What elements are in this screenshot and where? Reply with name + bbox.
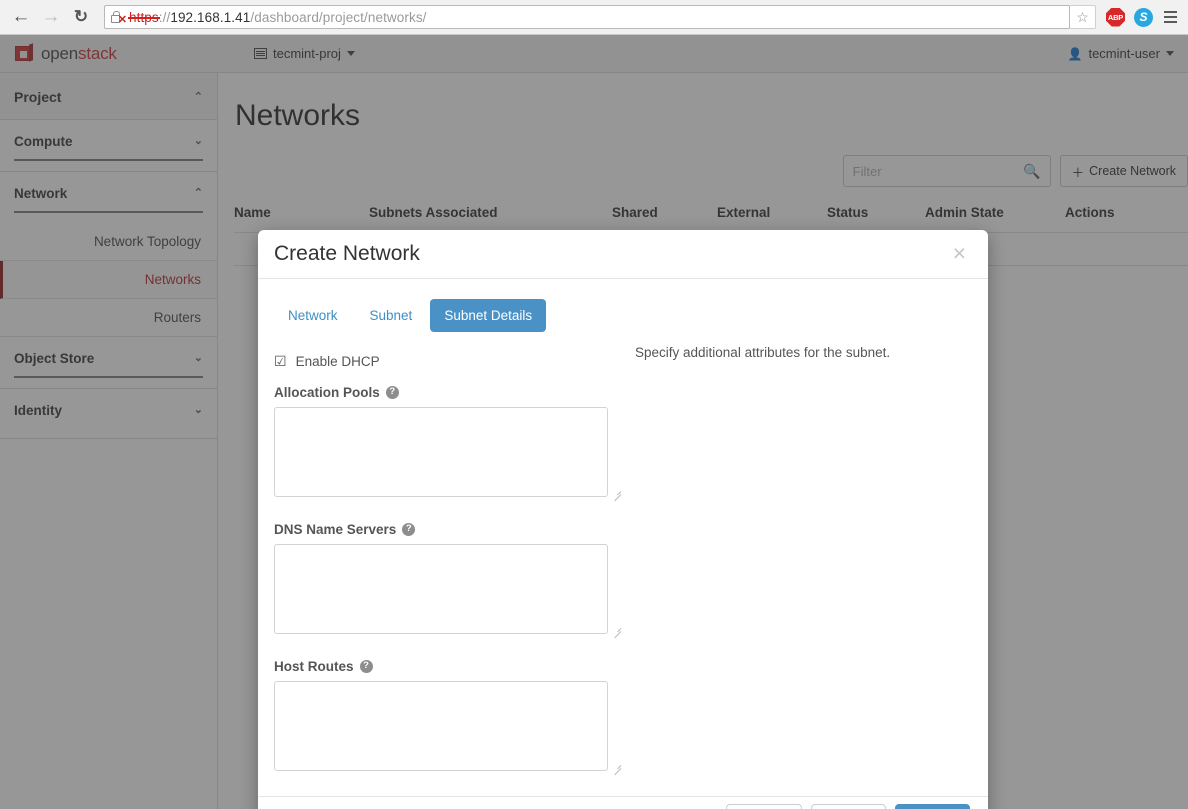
- tab-subnet[interactable]: Subnet: [356, 299, 427, 332]
- url-text: https://192.168.1.41/dashboard/project/n…: [128, 9, 427, 25]
- dns-name-servers-field-wrap: [274, 543, 624, 639]
- insecure-lock-icon: ✕: [111, 10, 127, 25]
- field-label-text: DNS Name Servers: [274, 521, 397, 537]
- tab-network[interactable]: Network: [274, 299, 352, 332]
- modal-header: Create Network ×: [258, 230, 988, 279]
- back-icon[interactable]: ←: [6, 2, 36, 32]
- url-host: 192.168.1.41: [170, 9, 251, 25]
- url-path: /dashboard/project/networks/: [250, 9, 427, 25]
- create-button[interactable]: Create: [895, 803, 970, 809]
- help-icon[interactable]: ?: [385, 385, 399, 399]
- address-bar[interactable]: ✕ https://192.168.1.41/dashboard/project…: [104, 5, 1070, 29]
- browser-extensions: ABP S: [1106, 7, 1182, 27]
- url-scheme: https: [128, 9, 160, 25]
- skype-icon[interactable]: S: [1134, 7, 1153, 27]
- modal-body: Network Subnet Subnet Details ☑ Enable D…: [258, 279, 988, 796]
- cancel-button[interactable]: Cancel: [726, 803, 803, 809]
- url-separator: ://: [158, 9, 171, 25]
- modal-tabs: Network Subnet Subnet Details: [274, 298, 972, 332]
- field-label-text: Allocation Pools: [274, 384, 380, 400]
- modal-footer: Cancel « Back Create: [258, 795, 988, 809]
- resize-grip-icon: [612, 762, 622, 775]
- adblock-plus-icon[interactable]: ABP: [1106, 7, 1125, 27]
- close-icon[interactable]: ×: [953, 242, 966, 265]
- enable-dhcp-label: Enable DHCP: [295, 353, 380, 369]
- modal-title: Create Network: [274, 241, 420, 265]
- openstack-dashboard: openstack tecmint-proj 👤 tecmint-user Pr…: [0, 35, 1188, 809]
- allocation-pools-field-wrap: [274, 406, 624, 502]
- resize-grip-icon: [612, 625, 622, 638]
- help-icon[interactable]: ?: [402, 522, 416, 536]
- allocation-pools-input[interactable]: [274, 406, 608, 497]
- reload-icon[interactable]: ↻: [66, 2, 96, 32]
- field-label-text: Host Routes: [274, 658, 354, 674]
- modal-help-text: Specify additional attributes for the su…: [635, 344, 891, 360]
- host-routes-input[interactable]: [274, 680, 608, 771]
- allocation-pools-label: Allocation Pools ?: [274, 385, 624, 400]
- hamburger-menu-icon[interactable]: [1164, 11, 1182, 23]
- browser-toolbar: ← → ↻ ✕ https://192.168.1.41/dashboard/p…: [0, 0, 1188, 35]
- tab-subnet-details[interactable]: Subnet Details: [430, 298, 547, 332]
- help-icon[interactable]: ?: [359, 659, 373, 673]
- enable-dhcp-row[interactable]: ☑ Enable DHCP: [274, 354, 624, 369]
- host-routes-field-wrap: [274, 680, 624, 776]
- dns-name-servers-input[interactable]: [274, 543, 608, 634]
- host-routes-label: Host Routes ?: [274, 659, 624, 674]
- resize-grip-icon: [612, 488, 622, 501]
- dns-name-servers-label: DNS Name Servers ?: [274, 522, 624, 537]
- forward-icon[interactable]: →: [36, 2, 66, 32]
- subnet-details-form: ☑ Enable DHCP Allocation Pools ? DNS Nam…: [274, 354, 624, 776]
- create-network-modal: Create Network × Network Subnet Subnet D…: [258, 230, 988, 809]
- back-button[interactable]: « Back: [811, 803, 887, 809]
- checkbox-checked-icon[interactable]: ☑: [274, 354, 287, 368]
- star-icon[interactable]: ☆: [1070, 5, 1096, 29]
